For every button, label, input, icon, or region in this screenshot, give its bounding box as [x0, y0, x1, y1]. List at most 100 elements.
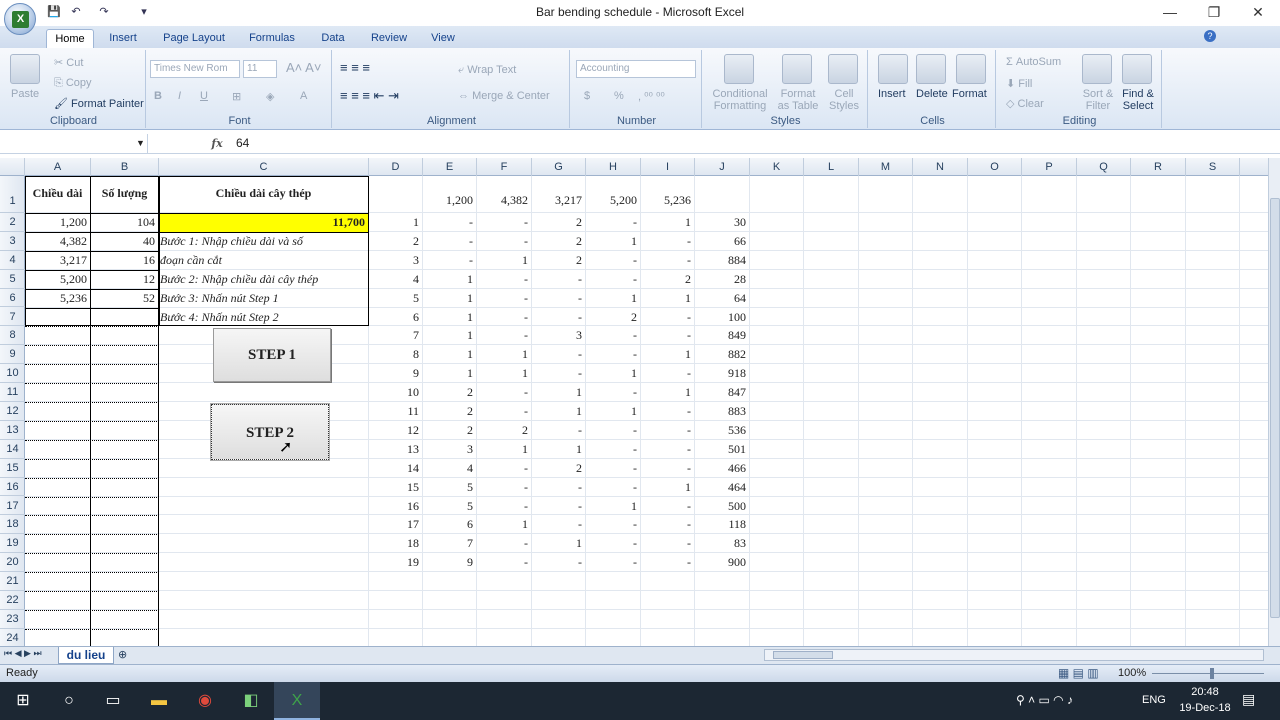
pattern-count[interactable]: 1 [644, 480, 691, 495]
minimize-button[interactable]: — [1148, 0, 1192, 26]
row-header-13[interactable]: 13 [0, 421, 25, 440]
zoom-slider-thumb[interactable] [1210, 668, 1214, 679]
view-mode-icons[interactable]: ▦ ▤ ▥ [1058, 666, 1099, 680]
pattern-count[interactable]: - [644, 234, 691, 249]
pattern-count[interactable]: - [480, 215, 528, 230]
windows-start-icon[interactable]: ⊞ [0, 682, 46, 720]
instruction-text[interactable]: Bước 4: Nhấn nút Step 2 [160, 310, 363, 325]
row-header-16[interactable]: 16 [0, 478, 25, 497]
column-header-d[interactable]: D [369, 158, 423, 176]
pattern-count[interactable]: 5 [426, 480, 473, 495]
save-icon[interactable]: 💾 [46, 4, 62, 20]
pattern-header[interactable]: 5,200 [589, 193, 637, 208]
find-select-button[interactable]: Find & Select [1118, 88, 1158, 112]
bold-icon[interactable]: B [154, 90, 162, 102]
pattern-count[interactable]: - [480, 234, 528, 249]
format-table-icon[interactable] [782, 54, 812, 84]
length-value[interactable]: 5,200 [28, 272, 87, 287]
qat-customize-icon[interactable]: ▾ [136, 4, 152, 20]
pattern-count[interactable]: 1 [589, 404, 637, 419]
pattern-index[interactable]: 3 [372, 253, 419, 268]
format-cells-icon[interactable] [956, 54, 986, 84]
quantity-value[interactable]: 52 [94, 291, 155, 306]
pattern-count[interactable]: 1 [480, 366, 528, 381]
pattern-count[interactable]: 1 [426, 366, 473, 381]
pattern-count[interactable]: 2 [535, 461, 582, 476]
pattern-count[interactable]: - [480, 555, 528, 570]
font-color-icon[interactable]: A [300, 90, 307, 102]
length-value[interactable]: 4,382 [28, 234, 87, 249]
column-header-l[interactable]: L [804, 158, 859, 176]
row-header-8[interactable]: 8 [0, 326, 25, 346]
pattern-count[interactable]: 9 [426, 555, 473, 570]
pattern-count[interactable]: - [644, 461, 691, 476]
pattern-count[interactable]: - [589, 272, 637, 287]
paste-button[interactable]: Paste [11, 88, 39, 100]
waste-value[interactable]: 100 [698, 310, 746, 325]
pattern-count[interactable]: - [480, 404, 528, 419]
tab-formulas[interactable]: Formulas [244, 29, 300, 48]
grow-font-icon[interactable]: A˄ A˅ [286, 60, 321, 75]
column-header-k[interactable]: K [750, 158, 804, 176]
clock-time[interactable]: 20:48 [1176, 686, 1234, 698]
close-button[interactable]: ✕ [1236, 0, 1280, 26]
pattern-count[interactable]: 1 [535, 404, 582, 419]
excel-taskbar-icon[interactable]: X [274, 682, 320, 720]
quantity-value[interactable]: 40 [94, 234, 155, 249]
pattern-count[interactable]: - [480, 310, 528, 325]
pattern-count[interactable]: - [480, 272, 528, 287]
pattern-count[interactable]: 2 [426, 404, 473, 419]
pattern-count[interactable]: 1 [644, 347, 691, 362]
row-header-19[interactable]: 19 [0, 534, 25, 554]
pattern-index[interactable]: 1 [372, 215, 419, 230]
pattern-count[interactable]: - [589, 536, 637, 551]
pattern-header[interactable]: 4,382 [480, 193, 528, 208]
column-header-p[interactable]: P [1022, 158, 1077, 176]
waste-value[interactable]: 501 [698, 442, 746, 457]
step2-button[interactable]: STEP 2 [210, 402, 330, 461]
sort-filter-icon[interactable] [1082, 54, 1112, 84]
waste-value[interactable]: 536 [698, 423, 746, 438]
vertical-scroll-thumb[interactable] [1270, 198, 1280, 618]
name-box[interactable] [0, 134, 148, 153]
row-header-9[interactable]: 9 [0, 345, 25, 365]
instruction-text[interactable]: Bước 2: Nhập chiều dài cây thép [160, 272, 363, 287]
column-header-m[interactable]: M [859, 158, 913, 176]
camtasia-icon[interactable]: ◧ [228, 682, 274, 720]
pattern-count[interactable]: 2 [644, 272, 691, 287]
pattern-count[interactable]: 1 [589, 291, 637, 306]
pattern-index[interactable]: 10 [372, 385, 419, 400]
pattern-count[interactable]: - [535, 423, 582, 438]
zoom-level[interactable]: 100% [1118, 667, 1146, 679]
select-all-corner[interactable] [0, 158, 25, 176]
quantity-value[interactable]: 16 [94, 253, 155, 268]
chrome-icon[interactable]: ◉ [182, 682, 228, 720]
pattern-count[interactable]: - [480, 328, 528, 343]
pattern-count[interactable]: 5 [426, 499, 473, 514]
waste-value[interactable]: 884 [698, 253, 746, 268]
waste-value[interactable]: 500 [698, 499, 746, 514]
pattern-count[interactable]: 7 [426, 536, 473, 551]
horizontal-scrollbar[interactable] [764, 649, 1264, 661]
pattern-count[interactable]: - [426, 234, 473, 249]
pattern-count[interactable]: - [589, 517, 637, 532]
tab-insert[interactable]: Insert [102, 29, 144, 48]
pattern-count[interactable]: - [480, 291, 528, 306]
pattern-count[interactable]: 2 [535, 215, 582, 230]
column-header-q[interactable]: Q [1077, 158, 1131, 176]
row-header-23[interactable]: 23 [0, 610, 25, 629]
pattern-count[interactable]: - [480, 480, 528, 495]
pattern-index[interactable]: 18 [372, 536, 419, 551]
row-header-14[interactable]: 14 [0, 440, 25, 459]
pattern-count[interactable]: - [480, 536, 528, 551]
pattern-count[interactable]: - [426, 253, 473, 268]
pattern-count[interactable]: 2 [426, 385, 473, 400]
pattern-count[interactable]: - [589, 423, 637, 438]
length-value[interactable]: 1,200 [28, 215, 87, 230]
column-header-n[interactable]: N [913, 158, 968, 176]
row-header-21[interactable]: 21 [0, 572, 25, 591]
pattern-count[interactable]: 1 [644, 291, 691, 306]
pattern-count[interactable]: 4 [426, 461, 473, 476]
row-header-15[interactable]: 15 [0, 459, 25, 478]
pattern-count[interactable]: - [644, 423, 691, 438]
